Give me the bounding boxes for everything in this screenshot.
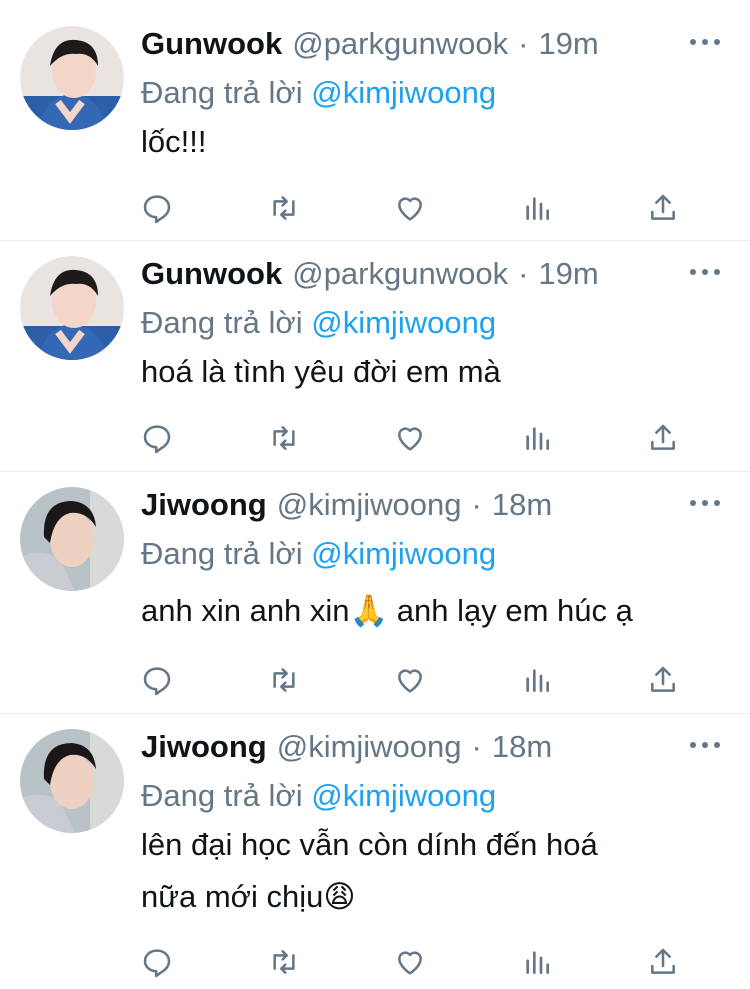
reply-mention-link[interactable]: @kimjiwoong bbox=[311, 536, 496, 571]
reply-prefix: Đang trả lời bbox=[141, 536, 303, 571]
tweet[interactable]: Jiwoong @kimjiwoong · 18m Đang trả lời @… bbox=[0, 714, 750, 989]
author-name[interactable]: Gunwook bbox=[141, 256, 282, 292]
tweet-text-line: anh xin anh xin🙏 anh lạy em húc ạ bbox=[141, 593, 633, 628]
timestamp[interactable]: 18m bbox=[492, 729, 552, 765]
tweet[interactable]: Gunwook @parkgunwook · 19m Đang trả lời … bbox=[0, 0, 750, 241]
author-handle[interactable]: @kimjiwoong bbox=[277, 729, 462, 765]
more-options-icon[interactable] bbox=[690, 32, 720, 52]
author-handle[interactable]: @parkgunwook bbox=[292, 256, 508, 292]
like-icon[interactable] bbox=[393, 945, 427, 979]
analytics-icon[interactable] bbox=[520, 663, 554, 697]
tweet-text: anh xin anh xin🙏 anh lạy em húc ạ bbox=[141, 585, 730, 637]
like-icon[interactable] bbox=[393, 663, 427, 697]
reply-mention-link[interactable]: @kimjiwoong bbox=[311, 778, 496, 813]
timestamp[interactable]: 18m bbox=[492, 487, 552, 523]
more-options-icon[interactable] bbox=[690, 493, 720, 513]
timestamp[interactable]: 19m bbox=[538, 256, 598, 292]
tweet[interactable]: Jiwoong @kimjiwoong · 18m Đang trả lời @… bbox=[0, 472, 750, 714]
retweet-icon[interactable] bbox=[267, 191, 301, 225]
tweet-text-line: lốc!!! bbox=[141, 124, 207, 159]
analytics-icon[interactable] bbox=[520, 945, 554, 979]
author-name[interactable]: Jiwoong bbox=[141, 729, 267, 765]
tweet[interactable]: Gunwook @parkgunwook · 19m Đang trả lời … bbox=[0, 241, 750, 472]
reply-icon[interactable] bbox=[140, 191, 174, 225]
retweet-icon[interactable] bbox=[267, 421, 301, 455]
reply-icon[interactable] bbox=[140, 663, 174, 697]
reply-icon[interactable] bbox=[140, 421, 174, 455]
reply-icon[interactable] bbox=[140, 945, 174, 979]
avatar[interactable] bbox=[20, 729, 124, 833]
tweet-text: lên đại học vẫn còn dính đến hoá nữa mới… bbox=[141, 819, 730, 923]
more-options-icon[interactable] bbox=[690, 262, 720, 282]
tweet-text-line: nữa mới chịu😩 bbox=[141, 879, 356, 914]
reply-context: Đang trả lời @kimjiwoong bbox=[141, 70, 730, 116]
author-handle[interactable]: @kimjiwoong bbox=[277, 487, 462, 523]
author-handle[interactable]: @parkgunwook bbox=[292, 26, 508, 62]
avatar[interactable] bbox=[20, 256, 124, 360]
reply-prefix: Đang trả lời bbox=[141, 75, 303, 110]
action-bar bbox=[140, 191, 680, 225]
reply-context: Đang trả lời @kimjiwoong bbox=[141, 773, 730, 819]
tweet-text-line: hoá là tình yêu đời em mà bbox=[141, 354, 501, 389]
separator-dot: · bbox=[471, 487, 482, 522]
separator-dot: · bbox=[471, 729, 482, 764]
retweet-icon[interactable] bbox=[267, 663, 301, 697]
reply-prefix: Đang trả lời bbox=[141, 778, 303, 813]
reply-mention-link[interactable]: @kimjiwoong bbox=[311, 305, 496, 340]
retweet-icon[interactable] bbox=[267, 945, 301, 979]
analytics-icon[interactable] bbox=[520, 191, 554, 225]
action-bar bbox=[140, 421, 680, 455]
action-bar bbox=[140, 663, 680, 697]
reply-context: Đang trả lời @kimjiwoong bbox=[141, 300, 730, 346]
action-bar bbox=[140, 945, 680, 979]
reply-mention-link[interactable]: @kimjiwoong bbox=[311, 75, 496, 110]
share-icon[interactable] bbox=[646, 945, 680, 979]
tweet-text: lốc!!! bbox=[141, 116, 730, 168]
separator-dot: · bbox=[518, 26, 529, 61]
share-icon[interactable] bbox=[646, 663, 680, 697]
share-icon[interactable] bbox=[646, 421, 680, 455]
reply-prefix: Đang trả lời bbox=[141, 305, 303, 340]
reply-context: Đang trả lời @kimjiwoong bbox=[141, 531, 730, 577]
avatar[interactable] bbox=[20, 26, 124, 130]
share-icon[interactable] bbox=[646, 191, 680, 225]
author-name[interactable]: Gunwook bbox=[141, 26, 282, 62]
tweet-text: hoá là tình yêu đời em mà bbox=[141, 346, 730, 398]
avatar[interactable] bbox=[20, 487, 124, 591]
author-name[interactable]: Jiwoong bbox=[141, 487, 267, 523]
more-options-icon[interactable] bbox=[690, 735, 720, 755]
analytics-icon[interactable] bbox=[520, 421, 554, 455]
tweet-text-line: lên đại học vẫn còn dính đến hoá bbox=[141, 827, 598, 862]
like-icon[interactable] bbox=[393, 191, 427, 225]
separator-dot: · bbox=[518, 256, 529, 291]
timestamp[interactable]: 19m bbox=[538, 26, 598, 62]
like-icon[interactable] bbox=[393, 421, 427, 455]
